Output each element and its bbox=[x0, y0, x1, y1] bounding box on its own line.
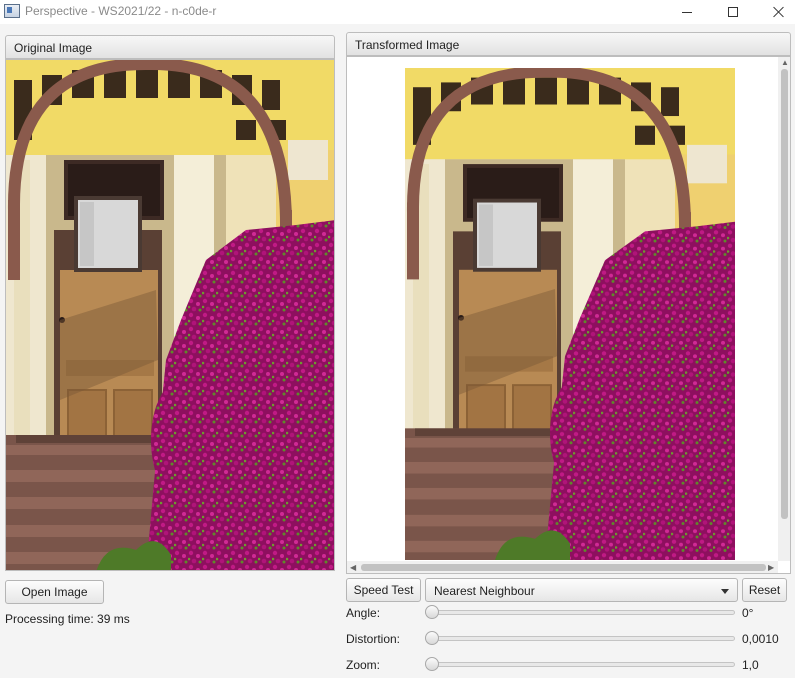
zoom-label: Zoom: bbox=[346, 658, 381, 672]
distortion-slider-track[interactable] bbox=[432, 636, 735, 641]
distortion-slider-thumb[interactable] bbox=[425, 631, 439, 645]
angle-slider-track[interactable] bbox=[432, 610, 735, 615]
zoom-slider-track[interactable] bbox=[432, 662, 735, 667]
zoom-slider-thumb[interactable] bbox=[425, 657, 439, 671]
distortion-value: 0,0010 bbox=[742, 632, 779, 646]
original-image-header: Original Image bbox=[5, 35, 335, 59]
original-image-graphic bbox=[6, 60, 335, 571]
angle-slider-row: Angle: 0° bbox=[346, 603, 791, 623]
zoom-value: 1,0 bbox=[742, 658, 759, 672]
maximize-icon bbox=[728, 7, 738, 17]
speed-test-button[interactable]: Speed Test bbox=[346, 578, 421, 602]
chevron-down-icon bbox=[721, 589, 729, 594]
interpolation-selected-value: Nearest Neighbour bbox=[434, 584, 535, 598]
vertical-scroll-thumb[interactable] bbox=[781, 69, 788, 519]
close-button[interactable] bbox=[756, 0, 795, 24]
distortion-slider-row: Distortion: 0,0010 bbox=[346, 629, 791, 649]
angle-label: Angle: bbox=[346, 606, 381, 620]
angle-slider-thumb[interactable] bbox=[425, 605, 439, 619]
zoom-slider-row: Zoom: 1,0 bbox=[346, 655, 791, 675]
minimize-button[interactable] bbox=[664, 0, 710, 24]
processing-time-label: Processing time: 39 ms bbox=[5, 612, 130, 626]
transformed-image-header: Transformed Image bbox=[346, 32, 791, 56]
scroll-right-arrow-icon[interactable]: ▶ bbox=[768, 564, 774, 572]
original-image bbox=[5, 59, 335, 571]
window-title: Perspective - WS2021/22 - n-c0de-r bbox=[25, 4, 217, 18]
title-bar: Perspective - WS2021/22 - n-c0de-r bbox=[0, 0, 795, 24]
horizontal-scrollbar[interactable]: ◀ ▶ bbox=[347, 561, 778, 573]
distortion-label: Distortion: bbox=[346, 632, 401, 646]
angle-value: 0° bbox=[742, 606, 754, 620]
minimize-icon bbox=[682, 11, 692, 13]
horizontal-scroll-thumb[interactable] bbox=[361, 564, 766, 571]
transformed-image bbox=[405, 68, 735, 560]
transformed-image-graphic bbox=[405, 68, 735, 560]
open-image-button[interactable]: Open Image bbox=[5, 580, 104, 604]
close-icon bbox=[773, 6, 785, 18]
interpolation-select[interactable]: Nearest Neighbour bbox=[425, 578, 738, 602]
scroll-up-arrow-icon[interactable]: ▲ bbox=[781, 59, 789, 67]
scroll-left-arrow-icon[interactable]: ◀ bbox=[350, 564, 356, 572]
transformed-image-scrollpane[interactable]: ▲ ◀ ▶ bbox=[346, 56, 791, 574]
app-icon bbox=[4, 4, 20, 18]
maximize-button[interactable] bbox=[710, 0, 756, 24]
vertical-scrollbar[interactable]: ▲ bbox=[778, 57, 790, 561]
reset-button[interactable]: Reset bbox=[742, 578, 787, 602]
